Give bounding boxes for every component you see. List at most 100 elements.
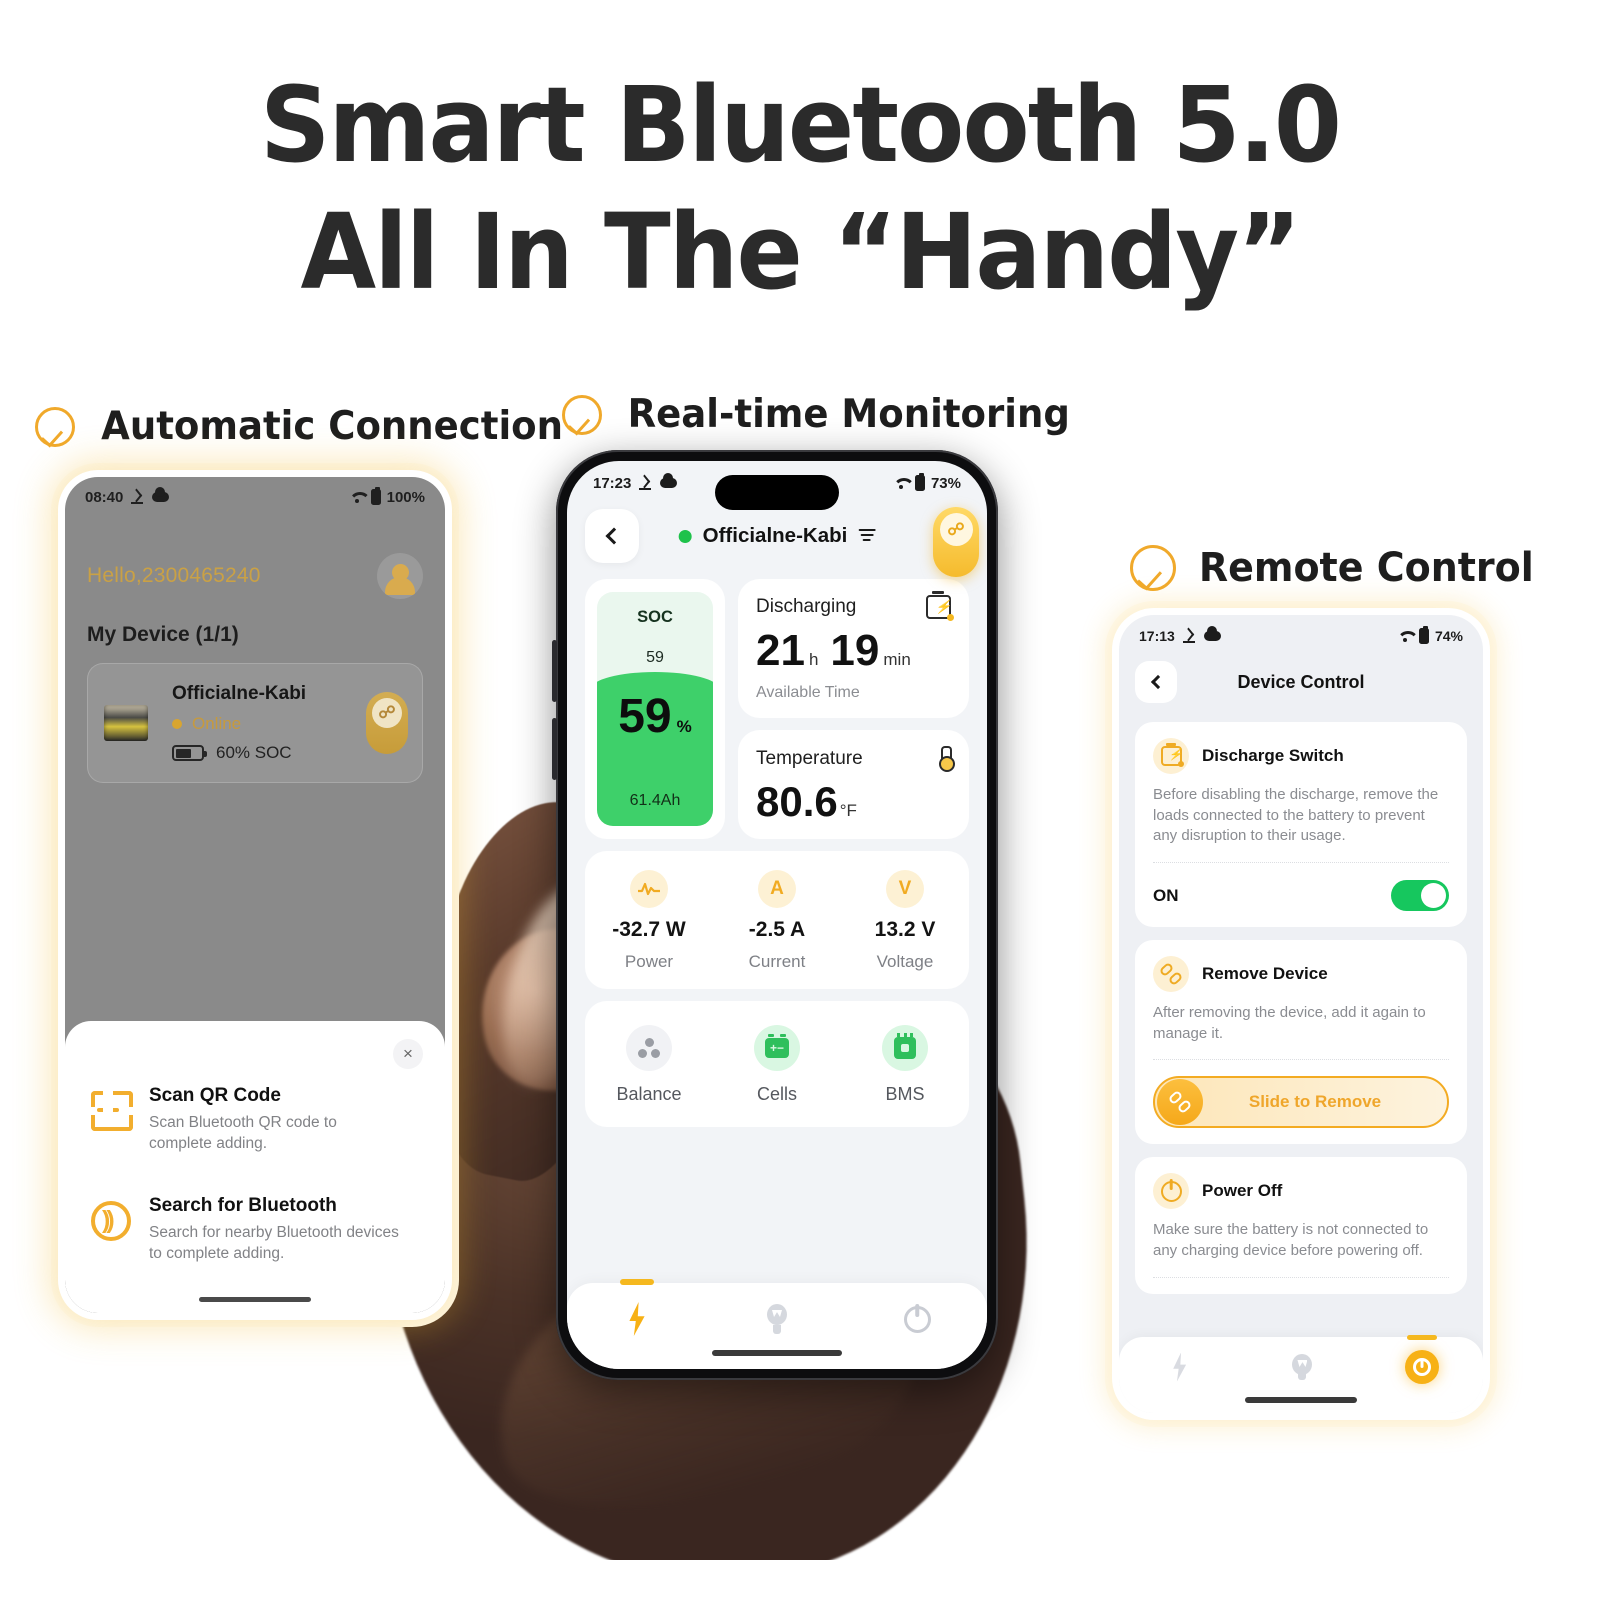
metric-voltage: V 13.2 V Voltage <box>841 870 969 972</box>
status-battery-percent: 74% <box>1434 628 1463 644</box>
phone3-screen: 17:13 74% Device Control ⚡ Discharge Swi… <box>1119 615 1483 1413</box>
device-soc-text: 60% SOC <box>216 743 292 762</box>
add-device-sheet: × Scan QR Code Scan Bluetooth QR code to… <box>65 1021 445 1313</box>
bluetooth-search-icon <box>91 1200 131 1241</box>
tab-power[interactable] <box>567 1279 707 1369</box>
status-time: 17:23 <box>593 474 632 492</box>
tab-power[interactable] <box>1119 1337 1240 1413</box>
device-thumbnail <box>104 705 148 741</box>
device-card[interactable]: Officialne-Kabi Online 60% SOC ☍ <box>87 663 423 783</box>
option-title: Scan QR Code <box>149 1085 281 1106</box>
bluetooth-status-button[interactable]: ☍ <box>933 507 979 577</box>
power-icon <box>1405 1350 1440 1384</box>
online-dot-icon <box>678 529 692 543</box>
hours-unit: h <box>808 650 819 669</box>
divider <box>1153 862 1449 864</box>
discharge-toggle[interactable] <box>1391 880 1449 912</box>
slide-to-remove[interactable]: Slide to Remove <box>1153 1076 1449 1129</box>
check-circle-icon <box>1130 545 1176 591</box>
volume-down-button[interactable] <box>552 718 557 780</box>
device-name: Officialne-Kabi <box>702 524 848 547</box>
device-soc-row: 60% SOC <box>172 743 306 763</box>
soc-big-value-row: 59 % <box>618 693 692 741</box>
section-title-remote-control: Remote Control <box>1130 545 1543 591</box>
volume-up-button[interactable] <box>552 640 557 702</box>
soc-unit: % <box>676 717 692 736</box>
metrics-card: -32.7 W Power A -2.5 A Current V 13.2 V … <box>585 851 969 989</box>
phone-realtime-monitoring: 17:23 73% Officialne-Kabi ☍ SOC 59 59 % … <box>552 450 998 1380</box>
option-desc: Scan Bluetooth QR code to complete addin… <box>149 1114 337 1152</box>
card-remove-device: Remove Device After removing the device,… <box>1135 940 1467 1145</box>
metric-caption: Voltage <box>876 952 934 971</box>
status-battery-percent: 100% <box>386 488 425 506</box>
status-battery-percent: 73% <box>930 474 961 492</box>
ampere-icon: A <box>758 870 796 908</box>
phone-automatic-connection: 08:40 100% Hello,2300465240 My Device (1… <box>58 470 452 1320</box>
metric-current: A -2.5 A Current <box>713 870 841 972</box>
device-name: Officialne-Kabi <box>172 683 307 704</box>
download-icon <box>639 477 652 490</box>
minutes-unit: min <box>883 650 911 669</box>
available-time-caption: Available Time <box>756 684 860 701</box>
greeting-text: Hello,2300465240 <box>87 564 261 587</box>
phone3-tab-bar <box>1119 1335 1483 1413</box>
device-title[interactable]: Officialne-Kabi <box>678 524 876 548</box>
phone2-header: Officialne-Kabi ☍ <box>585 505 979 577</box>
back-button[interactable] <box>585 509 639 563</box>
soc-gauge: SOC 59 59 % 61.4Ah <box>597 592 713 826</box>
option-scan-qr[interactable]: Scan QR Code Scan Bluetooth QR code to c… <box>91 1085 419 1155</box>
bluetooth-icon: ☍ <box>372 698 402 728</box>
toggle-label: ON <box>1153 885 1179 905</box>
tab-bulb[interactable] <box>707 1283 847 1369</box>
active-indicator <box>620 1279 654 1285</box>
headline-line-2: All In The “Handy” <box>300 190 1301 313</box>
tab-power-off[interactable] <box>847 1283 987 1369</box>
avatar[interactable] <box>377 553 423 599</box>
hours-value: 21 <box>756 626 805 675</box>
close-icon[interactable]: × <box>393 1039 423 1069</box>
battery-icon <box>914 473 925 491</box>
phone1-content: Hello,2300465240 My Device (1/1) Officia… <box>65 511 445 783</box>
bolt-icon <box>629 1302 645 1336</box>
bluetooth-icon: ☍ <box>939 513 973 546</box>
wifi-icon <box>1397 630 1413 642</box>
metric-value: -32.7 W <box>612 918 686 941</box>
page-title: Device Control <box>1237 671 1365 692</box>
tool-balance[interactable]: Balance <box>585 1025 713 1105</box>
device-status-row: Online <box>172 714 306 734</box>
cells-icon: +− <box>754 1025 800 1071</box>
bms-chip-icon <box>882 1025 928 1071</box>
power-icon <box>903 1305 931 1333</box>
tool-bms[interactable]: BMS <box>841 1025 969 1105</box>
download-icon <box>131 491 144 504</box>
minutes-value: 19 <box>830 626 880 675</box>
dynamic-island <box>715 475 839 510</box>
device-status-text: Online <box>192 714 242 733</box>
toggle-row: ON <box>1153 880 1449 912</box>
available-time-value: 21 h 19 min <box>756 629 951 673</box>
my-device-label: My Device (1/1) <box>87 623 239 646</box>
phone1-status-bar: 08:40 100% <box>65 477 445 511</box>
phone2-screen: 17:23 73% Officialne-Kabi ☍ SOC 59 59 % … <box>567 461 987 1369</box>
tab-power-off[interactable] <box>1362 1335 1483 1413</box>
discharging-card: Discharging ⚡ 21 h 19 min Available Time <box>738 579 969 718</box>
status-dot-icon <box>172 719 182 729</box>
wifi-icon <box>893 477 909 489</box>
avatar-body <box>385 577 415 595</box>
unlink-icon <box>1153 956 1189 993</box>
slider-label: Slide to Remove <box>1248 1092 1382 1112</box>
temperature-card: Temperature 80.6 °F <box>738 730 969 839</box>
bluetooth-connect-button[interactable]: ☍ <box>366 692 408 754</box>
metric-power: -32.7 W Power <box>585 870 713 972</box>
device-info: Officialne-Kabi Online 60% SOC <box>172 683 306 763</box>
option-search-bluetooth[interactable]: Search for Bluetooth Search for nearby B… <box>91 1195 419 1265</box>
home-indicator <box>1245 1397 1357 1403</box>
temperature-title: Temperature <box>756 748 863 769</box>
section-title-realtime-monitoring: Real-time Monitoring <box>562 392 1082 437</box>
soc-small-value: 59 <box>646 649 664 666</box>
back-button[interactable] <box>1135 661 1177 703</box>
bolt-icon <box>1173 1352 1187 1382</box>
tool-cells[interactable]: +− Cells <box>713 1025 841 1105</box>
discharging-title: Discharging <box>756 596 857 617</box>
temperature-unit: °F <box>839 801 857 820</box>
